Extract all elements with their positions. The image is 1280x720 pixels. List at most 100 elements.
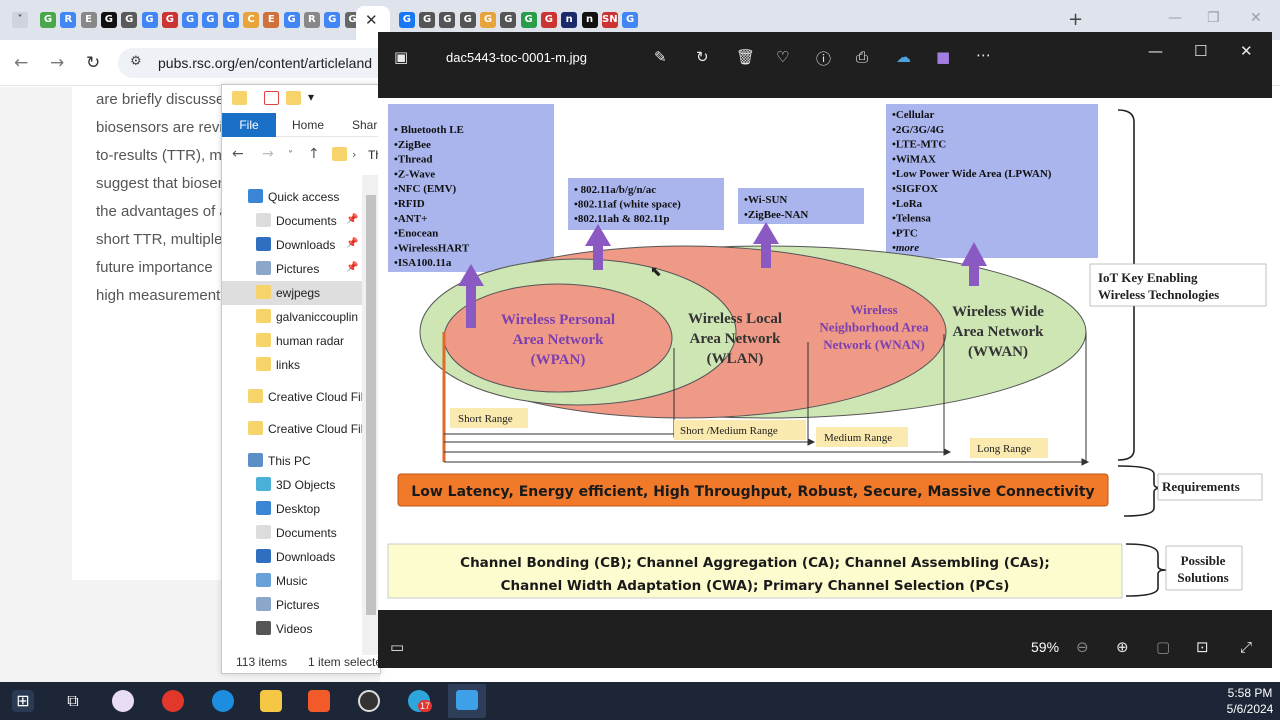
nav-item-icon	[256, 501, 271, 515]
nav-item[interactable]: Quick access	[222, 185, 362, 209]
reload-icon[interactable]: ↻	[86, 53, 100, 73]
explorer-forward-icon[interactable]: →	[262, 146, 274, 162]
nav-item[interactable]: Pictures 📌	[222, 257, 362, 281]
fullscreen-icon[interactable]: ⤢	[1240, 638, 1252, 656]
ribbon-tab-file[interactable]: File	[222, 113, 276, 137]
onedrive-icon[interactable]: ☁	[896, 48, 911, 66]
new-folder-icon[interactable]	[286, 91, 301, 105]
close-window-icon[interactable]: ✕	[1250, 10, 1262, 26]
tab-favicon[interactable]: G	[283, 12, 300, 28]
nav-item[interactable]: This PC	[222, 449, 362, 473]
tab-favicon[interactable]: G	[121, 12, 138, 28]
edit-icon[interactable]: ✎	[654, 48, 667, 66]
image-canvas[interactable]: • Bluetooth LE •ZigBee •Thread •Z-Wave •NFC …	[378, 98, 1272, 610]
ribbon-tab-home[interactable]: Home	[292, 113, 324, 137]
viewer-maximize-icon[interactable]: ☐	[1194, 42, 1207, 60]
nav-item[interactable]: links	[222, 353, 362, 377]
print-icon[interactable]: ⎙	[856, 48, 868, 66]
customize-toolbar-icon[interactable]: ▾	[308, 90, 314, 104]
start-icon[interactable]: ⊞	[12, 690, 34, 712]
rotate-icon[interactable]: ↻	[696, 48, 709, 66]
actual-size-icon[interactable]: ⊡	[1196, 638, 1209, 656]
forward-icon[interactable]: →	[50, 53, 64, 73]
nav-item[interactable]: Documents 📌	[222, 209, 362, 233]
scrollbar-thumb[interactable]	[366, 195, 376, 615]
tab-favicon[interactable]: R	[303, 12, 320, 28]
nav-item[interactable]: Creative Cloud Fil	[222, 385, 363, 409]
edge-icon[interactable]	[212, 690, 234, 712]
back-icon[interactable]: ←	[14, 53, 28, 73]
favorite-icon[interactable]: ♡	[776, 48, 789, 66]
tab-favicon[interactable]: G	[161, 12, 178, 28]
clock[interactable]: 5:58 PM 5/6/2024	[1224, 685, 1276, 717]
tab-favicon[interactable]: R	[60, 12, 77, 28]
tab-favicon[interactable]: E	[263, 12, 280, 28]
properties-icon[interactable]	[264, 91, 279, 105]
brave-icon[interactable]	[308, 690, 330, 712]
nav-item[interactable]: Pictures	[222, 593, 362, 617]
tab-favicon[interactable]: G	[480, 12, 496, 28]
viewer-close-icon[interactable]: ✕	[1240, 42, 1253, 60]
tab-favicon[interactable]: G	[100, 12, 117, 28]
zoom-out-icon[interactable]: ⊖	[1076, 638, 1089, 656]
tab-favicon[interactable]: n	[581, 12, 598, 28]
tab-favicon[interactable]: G	[398, 12, 415, 28]
tab-favicon[interactable]: G	[40, 12, 56, 28]
nav-item[interactable]: human radar	[222, 329, 362, 353]
tab-favicon[interactable]: G	[520, 12, 537, 28]
pin-icon: 📌	[346, 238, 359, 249]
tab-favicon[interactable]: SN	[601, 12, 618, 28]
minimize-icon[interactable]: —	[1168, 10, 1182, 26]
tab-favicon[interactable]: G	[459, 12, 476, 28]
tab-favicon[interactable]: G	[222, 12, 239, 28]
more-options-icon[interactable]: ⋯	[976, 46, 991, 64]
nav-item[interactable]: galvaniccouplin	[222, 305, 362, 329]
new-tab-button[interactable]: +	[1068, 9, 1083, 30]
tab-favicon[interactable]: G	[500, 12, 517, 28]
tab-favicon[interactable]: E	[80, 12, 97, 28]
fit-to-window-icon[interactable]: ▢	[1156, 638, 1170, 656]
delete-icon[interactable]: 🗑	[736, 48, 755, 66]
nav-item[interactable]: Downloads 📌	[222, 233, 362, 257]
recent-locations-icon[interactable]: ˅	[288, 150, 293, 161]
tab-favicon[interactable]: G	[439, 12, 456, 28]
chrome-icon[interactable]	[162, 690, 184, 712]
nav-item[interactable]: Documents	[222, 521, 362, 545]
nav-item[interactable]: 3D Objects	[222, 473, 362, 497]
tab-search-dropdown-icon[interactable]: ˅	[12, 12, 28, 28]
nav-item[interactable]: Downloads	[222, 545, 362, 569]
itunes-icon[interactable]	[112, 690, 134, 712]
nav-item[interactable]: Music	[222, 569, 362, 593]
file-explorer-icon[interactable]	[260, 690, 282, 712]
tab-favicon[interactable]: G	[141, 12, 158, 28]
nav-item[interactable]: Videos	[222, 617, 362, 641]
tab-favicon[interactable]: G	[540, 12, 557, 28]
task-view-icon[interactable]: ⧉	[62, 690, 84, 712]
photos-icon[interactable]	[448, 684, 486, 718]
tab-favicon[interactable]: C	[243, 12, 259, 28]
telegram-icon[interactable]: 17	[408, 690, 433, 712]
zoom-in-icon[interactable]: ⊕	[1116, 638, 1129, 656]
tab-favicon[interactable]: G	[622, 12, 639, 28]
tab-favicon[interactable]: G	[202, 12, 219, 28]
close-tab-icon[interactable]: ✕	[365, 11, 378, 29]
obs-icon[interactable]	[358, 690, 380, 712]
restore-icon[interactable]: ❐	[1207, 10, 1220, 26]
tab-favicon[interactable]: G	[419, 12, 436, 28]
address-bar[interactable]: ⚙ pubs.rsc.org/en/content/articleland	[118, 48, 418, 78]
nav-item-label: 3D Objects	[276, 478, 336, 492]
nav-item[interactable]: Desktop	[222, 497, 362, 521]
tab-favicon[interactable]: n	[561, 12, 578, 28]
viewer-minimize-icon[interactable]: —	[1148, 42, 1163, 60]
explorer-back-icon[interactable]: ←	[232, 146, 244, 162]
filmstrip-icon[interactable]: ▭	[390, 638, 404, 656]
path-chevron-icon[interactable]: ›	[352, 148, 356, 161]
tab-favicon[interactable]: G	[324, 12, 341, 28]
clipchamp-icon[interactable]: ■	[936, 48, 950, 66]
nav-item[interactable]: ewjpegs	[222, 281, 362, 305]
nav-item[interactable]: Creative Cloud Fil	[222, 417, 363, 441]
info-icon[interactable]: ⓘ	[816, 48, 831, 69]
up-icon[interactable]: ↑	[308, 146, 320, 162]
tab-favicon[interactable]: G	[182, 12, 199, 28]
site-info-icon[interactable]: ⚙	[130, 54, 142, 69]
